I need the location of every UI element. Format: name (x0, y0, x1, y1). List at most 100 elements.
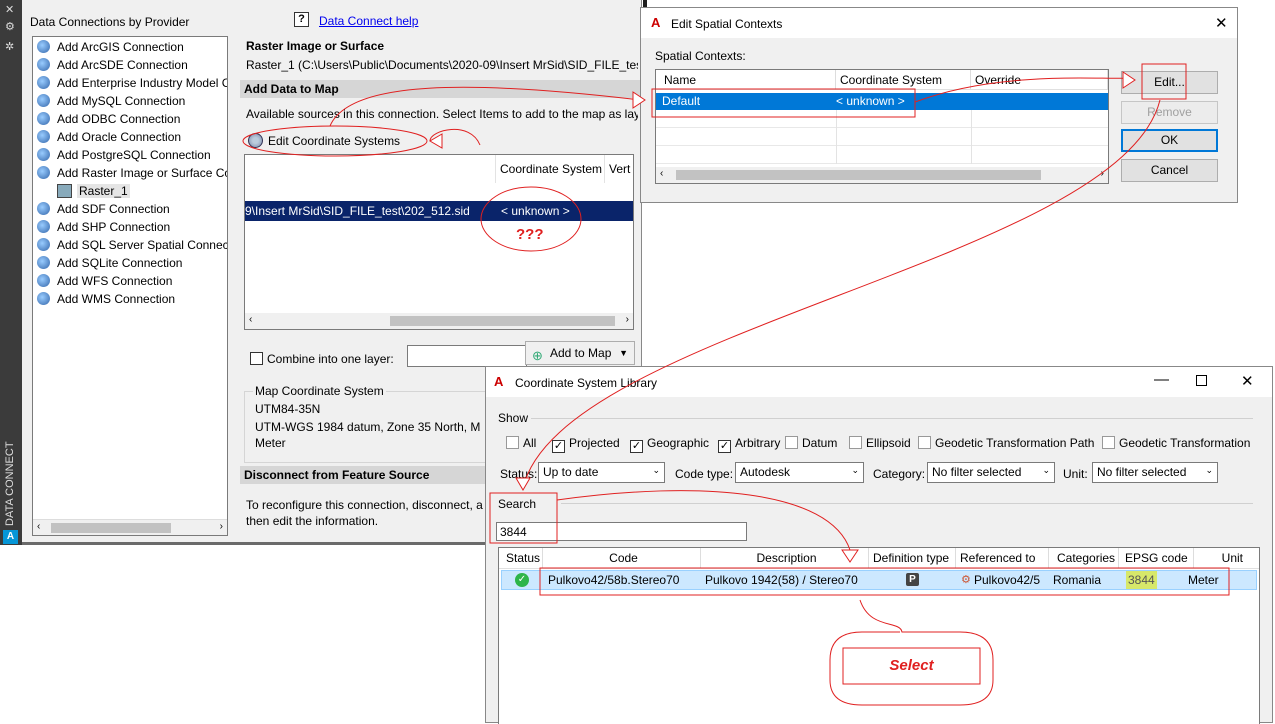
tree-item-provider[interactable]: Add ArcSDE Connection (33, 56, 227, 74)
checkbox[interactable] (1102, 436, 1115, 449)
filter-checkbox-ellipsoid[interactable]: Ellipsoid (849, 436, 911, 450)
col-header-override[interactable]: Override (971, 70, 1108, 90)
tree-hscrollbar[interactable]: ‹ › (33, 519, 227, 535)
add-to-map-button[interactable]: ⊕ Add to Map ▼ (525, 341, 635, 365)
gear-icon[interactable]: ✲ (5, 40, 14, 53)
col-header-definition-type[interactable]: Definition type (869, 548, 956, 568)
provider-icon (37, 202, 50, 215)
dialog-title: Edit Spatial Contexts (671, 17, 783, 31)
settings-icon[interactable]: ⚙ (5, 20, 15, 33)
palette-title: DATA CONNECT (4, 441, 16, 526)
provider-icon (37, 274, 50, 287)
filter-checkbox-arbitrary[interactable]: ✓ Arbitrary (718, 436, 780, 453)
checkbox[interactable] (785, 436, 798, 449)
provider-icon (37, 220, 50, 233)
checkbox[interactable] (918, 436, 931, 449)
source-row-cs[interactable]: < unknown > (501, 201, 570, 221)
codetype-select[interactable]: Autodesk ⌄ (735, 462, 864, 483)
filter-checkbox-geodetic-transformation-path[interactable]: Geodetic Transformation Path (918, 436, 1094, 450)
raster-image-icon (57, 184, 72, 198)
add-map-icon: ⊕ (532, 348, 543, 363)
grid-hscrollbar[interactable]: ‹ › (245, 313, 633, 329)
filter-checkbox-all[interactable]: All (506, 436, 536, 450)
edit-button[interactable]: Edit... (1121, 71, 1218, 94)
checkbox[interactable]: ✓ (718, 440, 731, 453)
combine-checkbox[interactable]: Combine into one layer: (250, 352, 394, 366)
show-filters: All ✓ Projected ✓ Geographic ✓ Arbitrary Datum E… (506, 436, 1272, 454)
source-row[interactable]: 9\Insert MrSid\SID_FILE_test\202_512.sid… (245, 201, 633, 221)
unit-select[interactable]: No filter selected ⌄ (1092, 462, 1218, 483)
provider-tree: Add ArcGIS Connection Add ArcSDE Connecti… (32, 36, 228, 536)
result-row[interactable]: ✓ Pulkovo42/58b.Stereo70 Pulkovo 1942(58… (501, 570, 1257, 590)
tree-item-provider[interactable]: Add ArcGIS Connection (33, 38, 227, 56)
checkbox[interactable]: ✓ (552, 440, 565, 453)
tree-item-provider[interactable]: Add WMS Connection (33, 290, 227, 308)
scroll-thumb[interactable] (390, 316, 615, 326)
col-header-name[interactable]: Name (656, 70, 836, 90)
tree-item-provider[interactable]: Add ODBC Connection (33, 110, 227, 128)
context-row-default[interactable]: Default < unknown > (656, 93, 1108, 110)
help-icon[interactable]: ? (294, 12, 309, 27)
filter-checkbox-projected[interactable]: ✓ Projected (552, 436, 620, 453)
tree-item-provider[interactable]: Add Oracle Connection (33, 128, 227, 146)
scroll-thumb[interactable] (676, 170, 1041, 180)
result-unit: Meter (1188, 573, 1219, 587)
remove-button[interactable]: Remove (1121, 101, 1218, 124)
close-icon[interactable]: ✕ (1241, 372, 1254, 390)
annotation-question: ??? (516, 226, 544, 243)
tree-item-provider[interactable]: Add WFS Connection (33, 272, 227, 290)
tree-item-provider[interactable]: Add Raster Image or Surface Co (33, 164, 227, 182)
col-header-vert[interactable]: Vert (609, 155, 633, 183)
col-header-description[interactable]: Description (701, 548, 869, 568)
edit-cs-button[interactable]: Edit Coordinate Systems (246, 130, 406, 152)
filter-checkbox-geographic[interactable]: ✓ Geographic (630, 436, 709, 453)
tree-item-provider[interactable]: Add SDF Connection (33, 200, 227, 218)
checkbox[interactable] (506, 436, 519, 449)
chevron-down-icon: ⌄ (851, 465, 859, 475)
result-code: Pulkovo42/58b.Stereo70 (548, 573, 680, 587)
filter-checkbox-datum[interactable]: Datum (785, 436, 837, 450)
globe-icon (248, 133, 263, 148)
layer-name-input[interactable] (407, 345, 527, 367)
col-header-cs[interactable]: Coordinate System (495, 155, 605, 183)
col-header-referenced-to[interactable]: Referenced to (956, 548, 1049, 568)
cancel-button[interactable]: Cancel (1121, 159, 1218, 182)
close-icon[interactable]: ✕ (5, 3, 14, 16)
tree-item-provider[interactable]: Add PostgreSQL Connection (33, 146, 227, 164)
search-input[interactable]: 3844 (496, 522, 747, 541)
chevron-down-icon: ⌄ (1205, 465, 1213, 475)
provider-icon (37, 112, 50, 125)
grid-hscrollbar[interactable]: ‹ › (656, 167, 1108, 183)
help-link[interactable]: Data Connect help (319, 14, 418, 28)
checkbox[interactable]: ✓ (630, 440, 643, 453)
close-icon[interactable]: ✕ (1215, 14, 1228, 32)
search-label: Search (498, 497, 537, 511)
tree-item-provider[interactable]: Add SHP Connection (33, 218, 227, 236)
category-select[interactable]: No filter selected ⌄ (927, 462, 1055, 483)
autocad-icon: A (494, 374, 504, 389)
maximize-icon[interactable] (1196, 375, 1207, 386)
tree-item-provider[interactable]: Add MySQL Connection (33, 92, 227, 110)
provider-icon (37, 292, 50, 305)
tree-item-provider[interactable]: Add SQLite Connection (33, 254, 227, 272)
provider-icon (37, 166, 50, 179)
tree-item-provider[interactable]: Add Enterprise Industry Model C (33, 74, 227, 92)
col-header-epsg[interactable]: EPSG code (1119, 548, 1194, 568)
col-header-cs[interactable]: Coordinate System (836, 70, 971, 90)
ok-button[interactable]: OK (1121, 129, 1218, 152)
scroll-thumb[interactable] (51, 523, 171, 533)
col-header-unit[interactable]: Unit (1194, 548, 1259, 568)
col-header-code[interactable]: Code (543, 548, 701, 568)
minimize-icon[interactable]: — (1154, 371, 1169, 388)
tree-item-raster-1[interactable]: Raster_1 (33, 182, 227, 200)
status-ok-icon: ✓ (515, 573, 529, 587)
checkbox[interactable] (849, 436, 862, 449)
dialog-titlebar: A Coordinate System Library — ✕ (486, 367, 1272, 397)
status-select[interactable]: Up to date ⌄ (538, 462, 665, 483)
col-header-status[interactable]: Status (499, 548, 543, 568)
filter-checkbox-geodetic-transformation[interactable]: Geodetic Transformation (1102, 436, 1250, 450)
connection-path: Raster_1 (C:\Users\Public\Documents\2020… (246, 58, 638, 72)
chevron-down-icon: ⌄ (1042, 465, 1050, 475)
col-header-categories[interactable]: Categories (1049, 548, 1119, 568)
tree-item-provider[interactable]: Add SQL Server Spatial Connect (33, 236, 227, 254)
